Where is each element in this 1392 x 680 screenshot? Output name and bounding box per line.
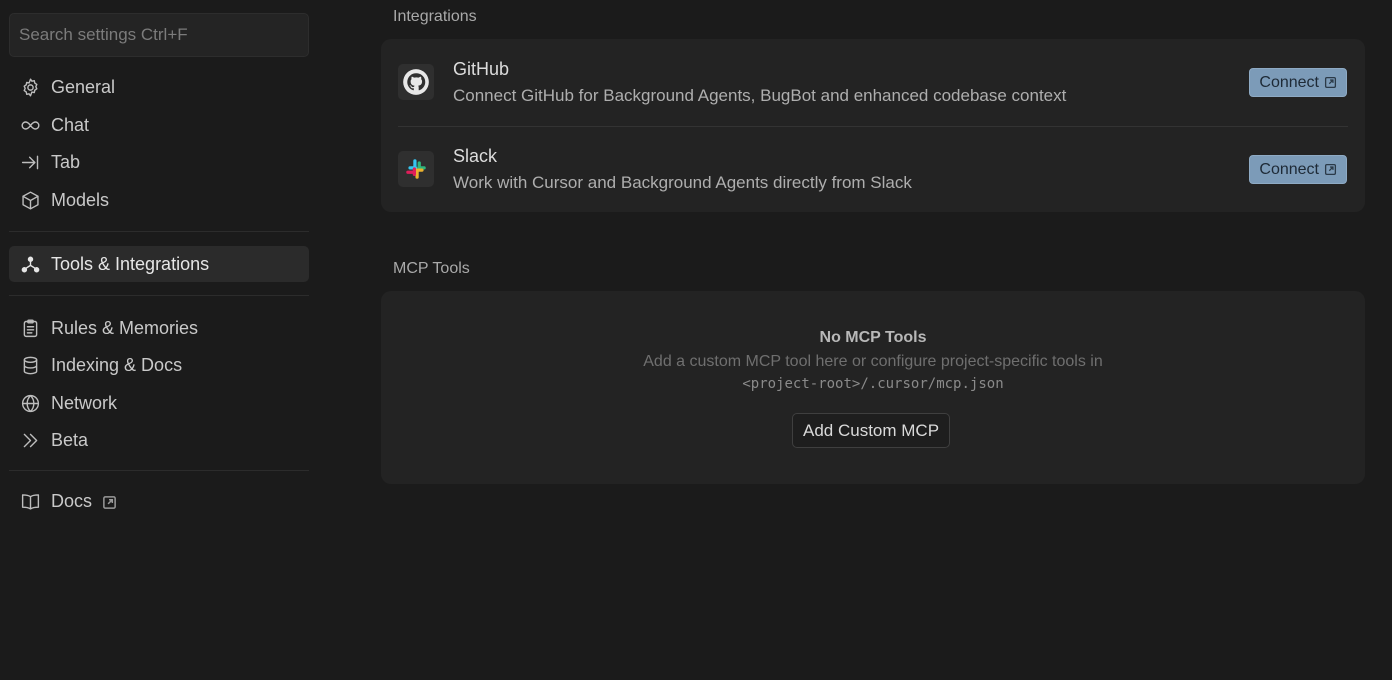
mcp-section-title: MCP Tools (393, 260, 470, 277)
sidebar-item-label: Network (51, 392, 118, 413)
sidebar-item-label: Tools & Integrations (51, 253, 210, 274)
sidebar-item-network[interactable]: Network (9, 385, 309, 421)
integration-name: Slack (453, 146, 498, 166)
empty-state-description: Add a custom MCP tool here or configure … (643, 353, 1103, 370)
book-icon (19, 490, 41, 512)
sidebar-item-beta[interactable]: Beta (9, 422, 309, 458)
empty-state-title: No MCP Tools (819, 329, 927, 346)
globe-icon (19, 392, 41, 414)
connect-github-button[interactable]: Connect (1249, 68, 1347, 97)
external-link-icon (102, 494, 117, 509)
search-input[interactable] (19, 25, 299, 45)
integration-row-slack: Slack Work with Cursor and Background Ag… (381, 126, 1365, 212)
sidebar-item-label: Rules & Memories (51, 317, 199, 338)
github-icon (398, 64, 434, 100)
integration-row-github: GitHub Connect GitHub for Background Age… (381, 39, 1365, 127)
gear-icon (19, 76, 41, 98)
sidebar-item-rules-memories[interactable]: Rules & Memories (9, 310, 309, 346)
search-box[interactable] (9, 13, 309, 57)
sidebar-divider (9, 295, 309, 296)
external-link-icon (1324, 76, 1337, 89)
sidebar-item-label: Docs (51, 490, 93, 511)
integration-description: Work with Cursor and Background Agents d… (453, 173, 912, 192)
sidebar-item-label: Indexing & Docs (51, 354, 183, 375)
connect-label: Connect (1259, 160, 1319, 178)
sidebar-item-general[interactable]: General (9, 69, 309, 105)
integration-description: Connect GitHub for Background Agents, Bu… (453, 86, 1067, 105)
sidebar-item-label: General (51, 76, 116, 97)
sidebar-divider (9, 231, 309, 232)
infinity-icon (19, 114, 41, 136)
sidebar-divider (9, 470, 309, 471)
sidebar-item-tools-integrations[interactable]: Tools & Integrations (9, 246, 309, 282)
sidebar-item-label: Chat (51, 114, 90, 135)
mcp-tools-card: No MCP Tools Add a custom MCP tool here … (381, 291, 1365, 484)
sidebar-item-chat[interactable]: Chat (9, 107, 309, 143)
mcp-config-path: <project-root>/.cursor/mcp.json (742, 376, 1004, 392)
integration-name: GitHub (453, 59, 510, 79)
add-custom-mcp-button[interactable]: Add Custom MCP (792, 413, 951, 448)
connect-slack-button[interactable]: Connect (1249, 155, 1347, 184)
cube-icon (19, 189, 41, 211)
sidebar-item-tab[interactable]: Tab (9, 144, 309, 180)
arrow-right-bar-icon (19, 151, 41, 173)
sidebar-item-indexing-docs[interactable]: Indexing & Docs (9, 347, 309, 383)
slack-icon (398, 151, 434, 187)
nodes-icon (19, 253, 41, 275)
sidebar-item-label: Tab (51, 151, 81, 172)
database-icon (19, 354, 41, 376)
sidebar-item-models[interactable]: Models (9, 182, 309, 218)
sidebar-item-docs[interactable]: Docs (9, 483, 309, 519)
external-link-icon (1324, 163, 1337, 176)
sidebar: General Chat Tab Models Tools & In (0, 0, 318, 680)
integrations-section-title: Integrations (393, 8, 477, 25)
integrations-card: GitHub Connect GitHub for Background Age… (381, 39, 1365, 212)
sidebar-item-label: Models (51, 189, 110, 210)
settings-window: General Chat Tab Models Tools & In (0, 0, 1392, 680)
double-chevron-icon (19, 429, 41, 451)
sidebar-item-label: Beta (51, 429, 89, 450)
connect-label: Connect (1259, 73, 1319, 91)
clipboard-icon (19, 317, 41, 339)
